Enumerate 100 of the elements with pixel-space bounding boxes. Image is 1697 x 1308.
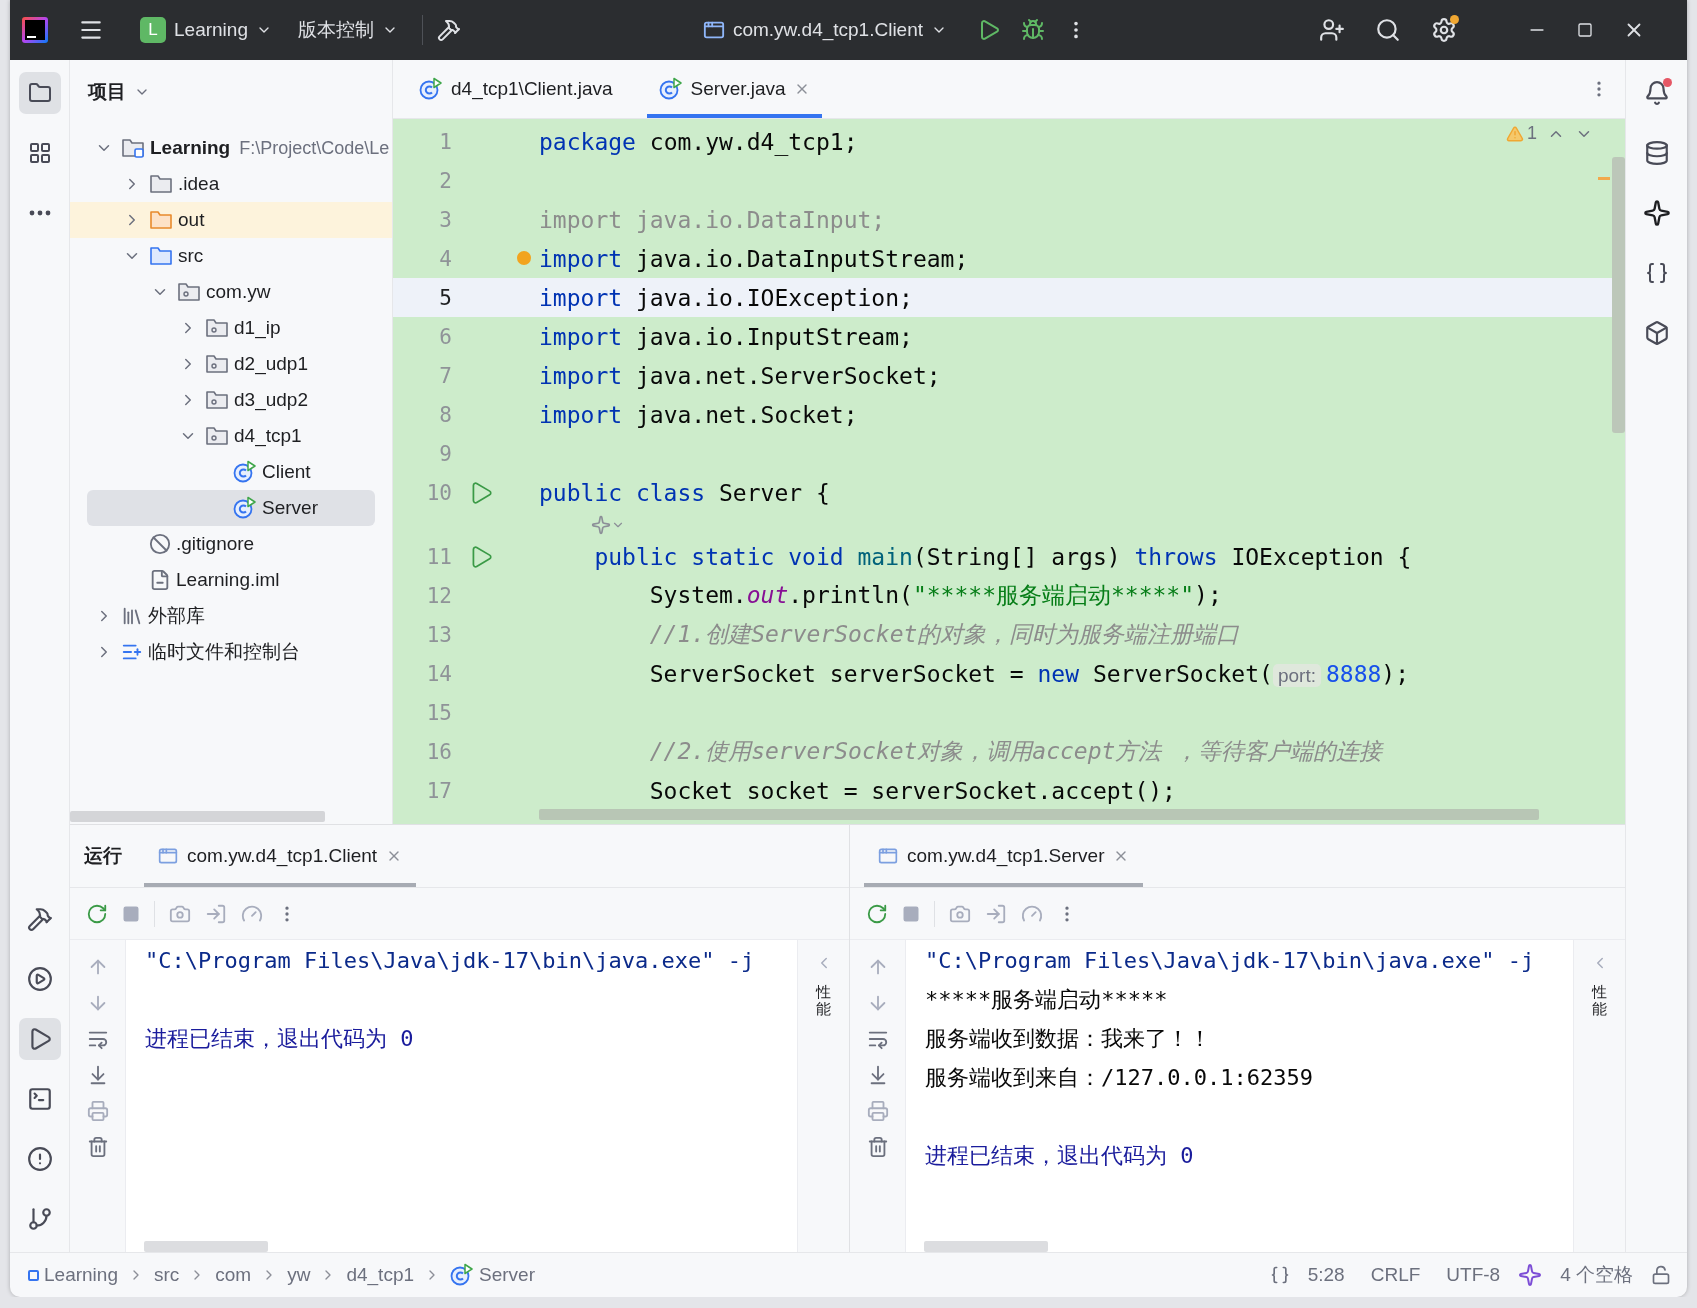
- sparkle-icon[interactable]: [1518, 1263, 1543, 1287]
- bug-icon[interactable]: [1021, 18, 1046, 42]
- tree-item-label: .idea: [178, 173, 220, 195]
- line-number: 4: [438, 246, 452, 271]
- tree-item[interactable]: d1_ip: [87, 310, 375, 346]
- search-icon[interactable]: [1375, 17, 1401, 43]
- line-number: 11: [425, 544, 452, 569]
- rerun-icon[interactable]: [86, 902, 108, 925]
- add-user-icon[interactable]: [1319, 17, 1345, 43]
- run-tab[interactable]: com.yw.d4_tcp1.Server: [864, 825, 1144, 887]
- folder-icon: [149, 245, 173, 267]
- tree-item-label: d3_udp2: [234, 389, 308, 411]
- project-tool-button[interactable]: [18, 72, 61, 114]
- breadcrumb[interactable]: Server: [450, 1263, 535, 1287]
- tree-item[interactable]: d2_udp1: [87, 346, 375, 382]
- profiler-label[interactable]: 性能: [1592, 984, 1607, 1017]
- tree-item-label: Server: [262, 497, 318, 519]
- code-line: //1.创建ServerSocket的对象，同时为服务端注册端口: [648, 620, 1240, 649]
- trash-icon[interactable]: [86, 1136, 109, 1158]
- tree-item-label: d2_udp1: [234, 353, 308, 375]
- tree-item[interactable]: src: [87, 238, 375, 274]
- indent-setting[interactable]: 4 个空格: [1552, 1262, 1641, 1288]
- tree-item[interactable]: d4_tcp1: [87, 418, 375, 454]
- tree-item-label: 外部库: [148, 604, 205, 628]
- line-number: 8: [438, 402, 452, 427]
- scrollbar[interactable]: [70, 811, 325, 822]
- file-encoding[interactable]: UTF-8: [1438, 1264, 1509, 1286]
- database-icon: [1643, 140, 1670, 166]
- class-icon: [450, 1263, 475, 1287]
- sparkle-icon[interactable]: [591, 514, 611, 535]
- file-icon: [149, 569, 171, 591]
- tree-item[interactable]: d3_udp2: [87, 382, 375, 418]
- project-selector[interactable]: L Learning: [130, 11, 282, 49]
- run-config-selector[interactable]: com.yw.d4_tcp1.Client: [692, 13, 958, 47]
- folder-icon: [27, 81, 52, 105]
- scrollbar[interactable]: [539, 809, 1539, 820]
- console-line: *****服务端启动*****: [925, 985, 1169, 1014]
- panel-title[interactable]: 项目: [88, 78, 150, 105]
- line-number: 1: [438, 129, 452, 154]
- window-icon: [158, 846, 178, 866]
- line-number: 15: [425, 700, 452, 725]
- sparkle-icon: [1642, 199, 1671, 227]
- scrollbar[interactable]: [1612, 157, 1625, 433]
- code-line: import java.net.ServerSocket;: [539, 362, 941, 389]
- window-icon: [702, 19, 725, 41]
- tree-item[interactable]: .gitignore: [87, 526, 375, 562]
- warning-marker[interactable]: [1598, 177, 1610, 180]
- app-logo-icon[interactable]: [22, 17, 48, 43]
- breadcrumb[interactable]: yw: [287, 1264, 311, 1286]
- line-number: 16: [425, 739, 452, 764]
- tree-item-label: out: [178, 209, 205, 231]
- caret-position[interactable]: 5:28: [1299, 1264, 1353, 1286]
- console-line: "C:\Program Files\Java\jdk-17\bin\java.exe" -j: [925, 947, 1536, 975]
- tree-item[interactable]: Client: [87, 454, 375, 490]
- tree-item-label: d1_ip: [234, 317, 281, 339]
- branch-icon: [26, 1206, 53, 1232]
- tree-item[interactable]: 外部库: [87, 598, 375, 634]
- maximize-icon[interactable]: [1577, 22, 1593, 38]
- tree-item[interactable]: com.yw: [87, 274, 375, 310]
- scrollbar[interactable]: [144, 1241, 268, 1252]
- trash-icon[interactable]: [866, 1136, 889, 1158]
- breadcrumb[interactable]: Learning: [28, 1264, 118, 1286]
- breadcrumb[interactable]: src: [153, 1264, 180, 1286]
- code-line: public class Server {: [539, 479, 830, 506]
- hammer-icon: [26, 906, 53, 932]
- tree-item[interactable]: Server: [87, 490, 375, 526]
- vcs-menu[interactable]: 版本控制: [287, 11, 408, 49]
- window-icon: [878, 846, 898, 866]
- cube-icon: [1643, 320, 1670, 346]
- run-tool-button[interactable]: [18, 1018, 61, 1060]
- profiler-label[interactable]: 性能: [816, 984, 831, 1017]
- scrollbar[interactable]: [924, 1241, 1048, 1252]
- tree-item[interactable]: Learning F:\Project\Code\Le: [87, 130, 390, 166]
- class-icon: [658, 77, 683, 101]
- class-icon: [419, 77, 443, 101]
- hammer-icon[interactable]: [436, 18, 461, 42]
- line-number: 10: [425, 480, 452, 505]
- breadcrumb[interactable]: d4_tcp1: [346, 1264, 415, 1286]
- class-icon: [233, 460, 257, 484]
- tree-item[interactable]: .idea: [87, 166, 375, 202]
- run-tab[interactable]: com.yw.d4_tcp1.Client: [144, 825, 417, 887]
- breadcrumb[interactable]: com: [215, 1264, 252, 1286]
- tree-item[interactable]: 临时文件和控制台: [87, 634, 375, 670]
- tree-item-label: Client: [262, 461, 311, 483]
- ignore-file-icon: [149, 533, 171, 555]
- package-icon: [177, 281, 201, 303]
- code-line: import java.io.DataInputStream;: [539, 245, 969, 272]
- braces-icon[interactable]: [1269, 1265, 1290, 1285]
- tree-item[interactable]: Learning.iml: [87, 562, 375, 598]
- rerun-icon[interactable]: [866, 902, 888, 925]
- line-number: 2: [438, 168, 452, 193]
- tree-item-label: .gitignore: [176, 533, 255, 555]
- editor-tab[interactable]: d4_tcp1\Client.java: [407, 60, 625, 118]
- line-separator[interactable]: CRLF: [1362, 1264, 1429, 1286]
- line-number: 3: [438, 207, 452, 232]
- warning-count[interactable]: 1: [1506, 123, 1537, 144]
- settings-icon[interactable]: [1431, 17, 1457, 43]
- lock-icon[interactable]: [1651, 1265, 1671, 1285]
- tree-item-label: 临时文件和控制台: [148, 640, 300, 664]
- code-line: public static void main(String[] args) throws IOException {: [593, 543, 1412, 570]
